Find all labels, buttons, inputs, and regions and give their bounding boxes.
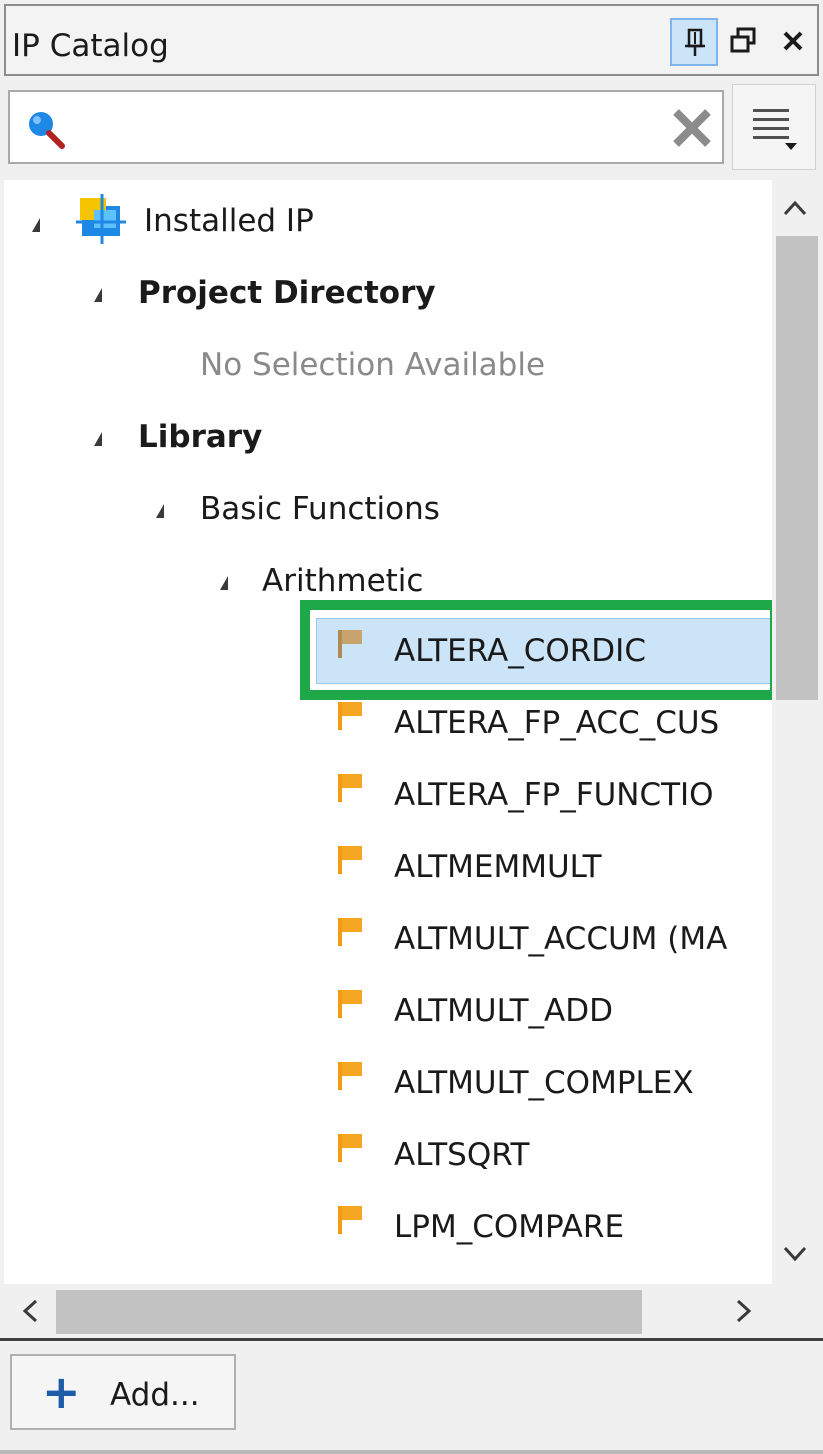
plus-icon: + [42, 1365, 81, 1419]
add-button[interactable]: + Add... [10, 1354, 236, 1430]
no-selection-text: No Selection Available [200, 347, 546, 383]
expand-arrow-icon[interactable] [94, 288, 102, 302]
tree-node-installed-ip[interactable]: Installed IP [4, 190, 764, 252]
ip-flag-icon [338, 702, 362, 730]
ip-item-altmult-add[interactable]: ALTMULT_ADD [4, 976, 772, 1046]
panel-title-bar: IP Catalog [4, 4, 819, 76]
ip-flag-icon [338, 846, 362, 874]
scroll-down-icon[interactable] [782, 1244, 808, 1264]
ip-flag-icon [338, 990, 362, 1018]
installed-ip-icon [76, 194, 126, 244]
ip-flag-icon [338, 918, 362, 946]
ip-flag-icon [338, 774, 362, 802]
ip-item-lpm-compare[interactable]: LPM_COMPARE [4, 1192, 772, 1262]
expand-arrow-icon[interactable] [220, 576, 228, 590]
close-icon [783, 31, 803, 51]
search-icon [29, 112, 65, 149]
clear-search-icon[interactable] [670, 106, 714, 150]
ip-flag-icon [336, 1276, 366, 1284]
expand-arrow-icon[interactable] [94, 432, 102, 446]
scroll-right-icon[interactable] [734, 1298, 754, 1324]
search-box [8, 90, 724, 164]
close-button[interactable] [770, 18, 818, 66]
expand-arrow-icon[interactable] [32, 218, 40, 232]
ip-flag-icon [338, 1062, 362, 1090]
footer-separator [0, 1338, 823, 1341]
ip-item-altmult-complex[interactable]: ALTMULT_COMPLEX [4, 1048, 772, 1118]
ip-item-label: ALTSQRT [394, 1137, 530, 1173]
ip-item-altmemmult[interactable]: ALTMEMMULT [4, 832, 772, 902]
tree-label-project-directory: Project Directory [138, 275, 436, 311]
ip-item-altsqrt[interactable]: ALTSQRT [4, 1120, 772, 1190]
vertical-scrollbar[interactable] [772, 180, 820, 1284]
ip-item-partial[interactable] [4, 1264, 772, 1284]
tree-node-library[interactable]: Library [4, 406, 764, 468]
ip-item-label: ALTERA_FP_FUNCTIO [394, 777, 714, 813]
horizontal-scrollbar[interactable] [4, 1286, 772, 1338]
tree-label-installed-ip: Installed IP [144, 203, 314, 239]
expand-arrow-icon[interactable] [156, 504, 164, 518]
ip-item-altera-fp-functions[interactable]: ALTERA_FP_FUNCTIO [4, 760, 772, 830]
pin-button[interactable] [670, 18, 718, 66]
search-input[interactable] [80, 102, 654, 154]
add-button-label: Add... [110, 1377, 200, 1413]
selected-item-highlight-box [300, 600, 772, 700]
vertical-scroll-thumb[interactable] [776, 236, 818, 700]
panel-title: IP Catalog [12, 28, 169, 64]
tree-node-basic-functions[interactable]: Basic Functions [4, 478, 764, 540]
ip-flag-icon [338, 1134, 362, 1162]
ip-item-label: ALTMULT_ACCUM (MA [394, 921, 728, 957]
tree-label-basic-functions: Basic Functions [200, 491, 440, 527]
ip-item-label: ALTMULT_COMPLEX [394, 1065, 694, 1101]
ip-tree: Installed IP Project Directory No Select… [4, 180, 772, 1284]
float-window-button[interactable] [720, 18, 768, 66]
options-menu-button[interactable] [732, 84, 816, 170]
ip-item-label: ALTMEMMULT [394, 849, 602, 885]
pin-icon [685, 28, 705, 56]
tree-label-library: Library [138, 419, 263, 455]
panel-bottom-edge [0, 1450, 823, 1454]
horizontal-scroll-thumb[interactable] [56, 1290, 642, 1334]
hamburger-menu-icon [753, 109, 797, 150]
scroll-left-icon[interactable] [20, 1298, 40, 1324]
scroll-up-icon[interactable] [782, 198, 808, 218]
tree-node-project-directory[interactable]: Project Directory [4, 262, 764, 324]
float-window-icon [730, 27, 756, 53]
ip-item-altmult-accum[interactable]: ALTMULT_ACCUM (MA [4, 904, 772, 974]
ip-item-label: LPM_COMPARE [394, 1209, 625, 1245]
ip-flag-icon [338, 1206, 362, 1234]
ip-item-label: ALTMULT_ADD [394, 993, 613, 1029]
